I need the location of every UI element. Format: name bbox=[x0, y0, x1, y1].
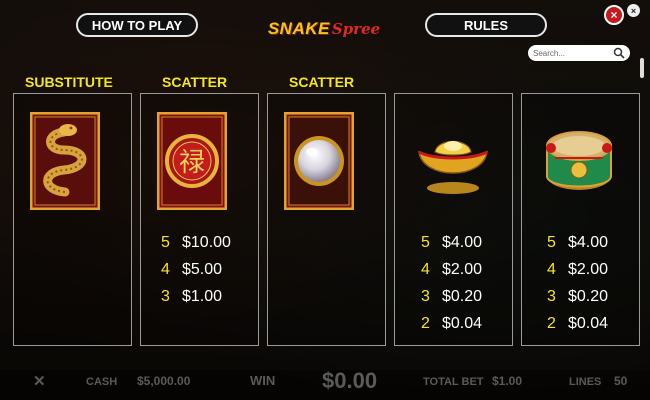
heading-substitute: SUBSTITUTE bbox=[25, 74, 113, 90]
pay-row: 5 $10.00 bbox=[161, 229, 231, 256]
win-label: WIN bbox=[250, 373, 276, 388]
pay-count: 3 bbox=[421, 287, 430, 305]
cash-label: CASH bbox=[86, 376, 118, 388]
paytable-fortune: 5 $10.00 4 $5.00 3 $1.00 bbox=[161, 229, 231, 310]
total-bet-label: TOTAL BET bbox=[423, 376, 484, 388]
snake-wild-icon bbox=[30, 112, 100, 210]
pay-amount: $2.00 bbox=[442, 260, 483, 278]
total-bet-value: $1.00 bbox=[492, 374, 523, 388]
menu-x-icon: ✕ bbox=[33, 373, 46, 390]
pay-row: 3 $0.20 bbox=[421, 283, 482, 310]
logo-text-snake: SNAKE bbox=[267, 19, 330, 38]
pay-amount: $0.20 bbox=[568, 287, 609, 305]
pay-count: 3 bbox=[161, 287, 170, 305]
pay-row: 4 $5.00 bbox=[161, 256, 231, 283]
pay-amount: $1.00 bbox=[182, 287, 223, 305]
pay-row: 3 $0.20 bbox=[547, 283, 608, 310]
gold-ingot-icon bbox=[418, 140, 488, 194]
pay-amount: $4.00 bbox=[568, 233, 609, 251]
pay-row: 2 $0.04 bbox=[547, 310, 608, 337]
logo-text-spree: Spree bbox=[331, 20, 381, 38]
pay-row: 5 $4.00 bbox=[421, 229, 482, 256]
search-input[interactable] bbox=[533, 48, 613, 58]
paytable-ingot: 5 $4.00 4 $2.00 3 $0.20 2 $0.04 bbox=[421, 229, 482, 337]
heading-scatter-1: SCATTER bbox=[162, 74, 228, 90]
lines-label: LINES bbox=[569, 376, 602, 388]
pay-count: 2 bbox=[421, 314, 430, 332]
pay-count: 2 bbox=[547, 314, 556, 332]
pay-amount: $0.04 bbox=[442, 314, 483, 332]
pay-count: 3 bbox=[547, 287, 556, 305]
pay-row: 2 $0.04 bbox=[421, 310, 482, 337]
pay-row: 4 $2.00 bbox=[547, 256, 608, 283]
pay-count: 4 bbox=[421, 260, 430, 278]
close-icon[interactable]: × bbox=[604, 5, 624, 25]
pay-count: 4 bbox=[547, 260, 556, 278]
lines-value: 50 bbox=[614, 374, 628, 388]
cash-value: $5,000.00 bbox=[137, 374, 191, 388]
pearl-icon bbox=[284, 112, 354, 210]
pay-count: 5 bbox=[421, 233, 430, 251]
heading-scatter-2: SCATTER bbox=[289, 74, 355, 90]
fortune-character-icon: 禄 bbox=[157, 112, 227, 210]
pay-amount: $0.04 bbox=[568, 314, 609, 332]
pay-count: 5 bbox=[161, 233, 170, 251]
scrollbar[interactable] bbox=[640, 58, 644, 78]
pay-count: 4 bbox=[161, 260, 170, 278]
fortune-character-glyph: 禄 bbox=[179, 148, 205, 178]
pay-row: 5 $4.00 bbox=[547, 229, 608, 256]
rules-button[interactable]: RULES bbox=[425, 13, 547, 37]
how-to-play-button[interactable]: HOW TO PLAY bbox=[76, 13, 198, 37]
close-small-icon[interactable]: × bbox=[627, 4, 640, 17]
pay-amount: $2.00 bbox=[568, 260, 609, 278]
win-value: $0.00 bbox=[322, 368, 378, 393]
snake-spree-logo: SNAKE Spree bbox=[262, 14, 386, 44]
pay-row: 4 $2.00 bbox=[421, 256, 482, 283]
pay-count: 5 bbox=[547, 233, 556, 251]
paytable-drum: 5 $4.00 4 $2.00 3 $0.20 2 $0.04 bbox=[547, 229, 608, 337]
search-box bbox=[528, 45, 630, 61]
pay-amount: $5.00 bbox=[182, 260, 223, 278]
search-icon[interactable] bbox=[613, 47, 625, 59]
pay-amount: $4.00 bbox=[442, 233, 483, 251]
drum-icon bbox=[546, 131, 612, 190]
pay-amount: $10.00 bbox=[182, 233, 231, 251]
pay-amount: $0.20 bbox=[442, 287, 483, 305]
pay-row: 3 $1.00 bbox=[161, 283, 231, 310]
